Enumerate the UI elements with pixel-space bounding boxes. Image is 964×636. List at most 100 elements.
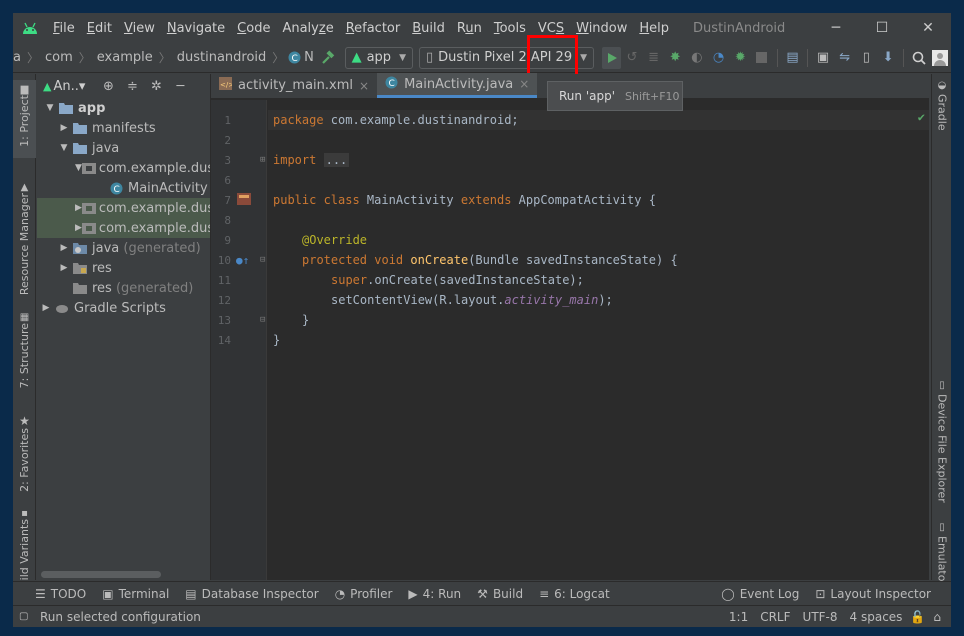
- breadcrumb-item[interactable]: dustinandroid: [174, 50, 270, 65]
- run-button[interactable]: [602, 46, 622, 69]
- menu-run[interactable]: Run: [451, 21, 488, 36]
- tab-resource-manager[interactable]: ▲ Resource Manager: [13, 178, 36, 295]
- breadcrumb-item[interactable]: a: [13, 50, 24, 65]
- toggle-tool-windows-icon[interactable]: ▢: [19, 611, 28, 622]
- avd-manager-icon[interactable]: ⇋: [834, 46, 856, 70]
- horizontal-scrollbar[interactable]: [41, 571, 161, 578]
- expand-arrow-icon[interactable]: ▼: [43, 103, 57, 113]
- tree-item-manifests[interactable]: ▶ manifests: [37, 118, 210, 138]
- tab-device-file-explorer[interactable]: ▯ Device File Explorer: [932, 380, 951, 503]
- menu-refactor[interactable]: Refactor: [340, 21, 407, 36]
- tree-item-package-test[interactable]: ▶ com.example.dust: [37, 218, 210, 238]
- account-icon[interactable]: [929, 46, 951, 70]
- close-tab-icon[interactable]: ×: [359, 79, 369, 93]
- tool-layout-inspector[interactable]: ⊡ Layout Inspector: [815, 587, 931, 601]
- tool-profiler[interactable]: ◔ Profiler: [335, 587, 393, 601]
- menu-tools[interactable]: Tools: [488, 21, 532, 36]
- hide-icon[interactable]: ─: [169, 79, 191, 94]
- tab-activity-main-xml[interactable]: </> activity_main.xml ×: [211, 73, 377, 98]
- fold-icon[interactable]: ⊟: [260, 255, 265, 265]
- close-button[interactable]: ✕: [905, 13, 951, 43]
- tool-run[interactable]: ▶ 4: Run: [408, 587, 461, 601]
- locate-icon[interactable]: ⊕: [97, 79, 119, 94]
- lock-icon[interactable]: 🔓: [910, 610, 925, 624]
- caret-position[interactable]: 1:1: [729, 610, 748, 624]
- menu-build[interactable]: Build: [406, 21, 451, 36]
- line-separator[interactable]: CRLF: [760, 610, 790, 624]
- maximize-button[interactable]: ☐: [859, 13, 905, 43]
- profile-icon[interactable]: ◔: [708, 46, 730, 70]
- folded-imports[interactable]: ...: [323, 153, 350, 167]
- minimize-button[interactable]: ─: [813, 13, 859, 43]
- menu-navigate[interactable]: Navigate: [161, 21, 231, 36]
- tree-item-java-generated[interactable]: ▶ java (generated): [37, 238, 210, 258]
- attach-debugger-icon[interactable]: ◐: [686, 46, 708, 70]
- file-encoding[interactable]: UTF-8: [803, 610, 838, 624]
- fold-icon[interactable]: ⊟: [260, 315, 265, 325]
- memory-indicator-icon[interactable]: ⌂: [933, 610, 941, 624]
- device-select[interactable]: ▯ Dustin Pixel 2 API 29 ▼: [418, 46, 595, 69]
- svg-text:C: C: [291, 54, 297, 64]
- menu-help[interactable]: Help: [633, 21, 675, 36]
- gear-icon[interactable]: ✲: [145, 79, 167, 94]
- project-view-select[interactable]: An..▾: [53, 79, 85, 94]
- tree-item-package-androidtest[interactable]: ▶ com.example.dust: [37, 198, 210, 218]
- menu-window[interactable]: Window: [570, 21, 633, 36]
- stop-icon[interactable]: [751, 46, 773, 70]
- override-gutter-icon[interactable]: ●↑: [236, 254, 249, 267]
- attach-process-icon[interactable]: ✹: [729, 46, 751, 70]
- tool-terminal[interactable]: ▣ Terminal: [102, 587, 169, 601]
- tool-logcat[interactable]: ≡ 6: Logcat: [539, 587, 610, 601]
- tree-item-mainactivity[interactable]: C MainActivity: [37, 178, 210, 198]
- fold-icon[interactable]: ⊞: [260, 155, 265, 165]
- tool-label: Database Inspector: [201, 586, 319, 601]
- apply-changes-icon[interactable]: ↺: [621, 46, 643, 70]
- device-manager-icon[interactable]: ▯: [856, 46, 878, 70]
- breadcrumb-item[interactable]: com: [42, 50, 76, 65]
- debug-icon[interactable]: ✸: [664, 46, 686, 70]
- breadcrumb-item[interactable]: N: [301, 50, 317, 65]
- collapse-arrow-icon[interactable]: ▶: [57, 123, 71, 133]
- collapse-arrow-icon[interactable]: ▶: [57, 263, 71, 273]
- tree-item-java[interactable]: ▼ java: [37, 138, 210, 158]
- tree-item-gradle-scripts[interactable]: ▶ Gradle Scripts: [37, 298, 210, 318]
- run-config-select[interactable]: ▲ app ▼: [344, 46, 413, 69]
- tool-database-inspector[interactable]: ▤ Database Inspector: [185, 587, 318, 601]
- sdk-manager-icon[interactable]: ⬇: [877, 46, 899, 70]
- collapse-arrow-icon[interactable]: ▶: [75, 223, 82, 233]
- sync-gradle-icon[interactable]: ▣: [812, 46, 834, 70]
- expand-arrow-icon[interactable]: ▼: [75, 163, 82, 173]
- project-structure-icon[interactable]: ▤: [782, 46, 804, 70]
- menu-vcs[interactable]: VCS: [532, 21, 570, 36]
- tab-mainactivity-java[interactable]: C MainActivity.java ×: [377, 73, 538, 98]
- collapse-arrow-icon[interactable]: ▶: [75, 203, 82, 213]
- tab-gradle[interactable]: ◒ Gradle: [932, 80, 951, 144]
- tree-item-res[interactable]: ▶ res: [37, 258, 210, 278]
- menu-edit[interactable]: Edit: [81, 21, 118, 36]
- menu-code[interactable]: Code: [231, 21, 276, 36]
- breadcrumb-item[interactable]: example: [94, 50, 156, 65]
- activity-gutter-icon[interactable]: [237, 192, 251, 208]
- tool-todo[interactable]: ☰ TODO: [35, 587, 86, 601]
- expand-arrow-icon[interactable]: ▼: [57, 143, 71, 153]
- tab-favorites[interactable]: ★ 2: Favorites: [13, 410, 36, 494]
- code-area[interactable]: 1 package com.example.dustinandroid; 2 3…: [211, 100, 929, 580]
- collapse-all-icon[interactable]: ≑: [121, 79, 143, 94]
- collapse-arrow-icon[interactable]: ▶: [39, 303, 53, 313]
- tree-item-res-generated[interactable]: res (generated): [37, 278, 210, 298]
- collapse-arrow-icon[interactable]: ▶: [57, 243, 71, 253]
- close-tab-icon[interactable]: ×: [519, 77, 529, 91]
- hammer-icon[interactable]: [317, 46, 339, 70]
- tab-structure[interactable]: ▦ 7: Structure: [13, 308, 36, 396]
- tool-event-log[interactable]: ◯ Event Log: [721, 587, 799, 601]
- menu-file[interactable]: File: [47, 21, 81, 36]
- search-icon[interactable]: [908, 46, 930, 70]
- tab-project[interactable]: ▆ 1: Project: [13, 80, 36, 158]
- tool-build[interactable]: ⚒ Build: [477, 587, 523, 601]
- menu-analyze[interactable]: Analyze: [276, 21, 339, 36]
- indent-setting[interactable]: 4 spaces: [850, 610, 903, 624]
- apply-code-changes-icon[interactable]: ≣: [643, 46, 665, 70]
- menu-view[interactable]: View: [118, 21, 161, 36]
- tree-item-package[interactable]: ▼ com.example.dust: [37, 158, 210, 178]
- tree-item-app[interactable]: ▼ app: [37, 98, 210, 118]
